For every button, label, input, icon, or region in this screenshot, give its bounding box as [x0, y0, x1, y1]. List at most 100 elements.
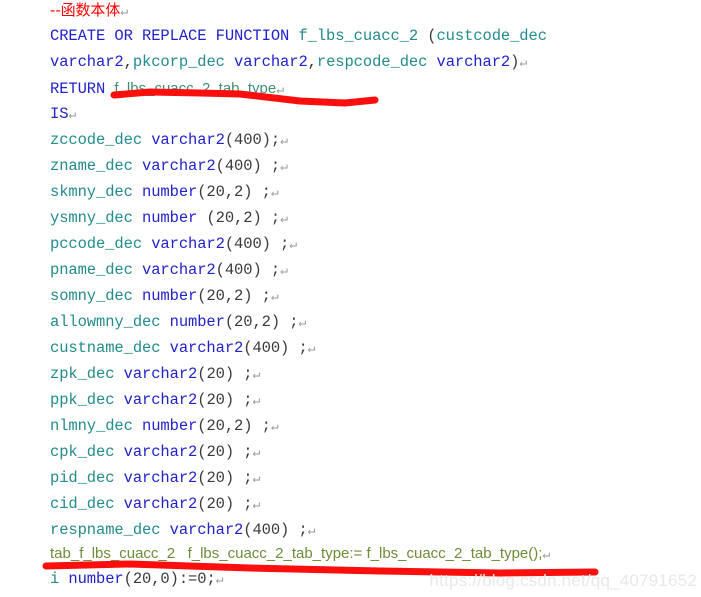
code-token: --函数本体: [50, 1, 121, 19]
code-line: pid_dec varchar2(20) ;↵: [50, 470, 260, 487]
code-token: ↵: [280, 211, 288, 226]
code-token: ↵: [252, 445, 261, 460]
code-token: number: [68, 570, 124, 588]
code-token: pid_dec: [50, 469, 124, 487]
code-token: ppk_dec: [50, 391, 124, 409]
code-token: allowmny_dec: [50, 313, 170, 331]
code-token: ,: [307, 53, 317, 71]
code-token: (400);: [224, 131, 281, 149]
code-token: custcode_dec: [436, 27, 547, 45]
code-token: cid_dec: [50, 495, 124, 513]
code-token: zpk_dec: [50, 365, 124, 383]
code-token: varchar2: [123, 469, 198, 487]
code-token: ↵: [215, 572, 224, 587]
code-token: varchar2: [142, 261, 216, 279]
code-token: number: [142, 183, 198, 201]
code-token: number: [142, 417, 198, 435]
code-token: number: [169, 313, 225, 331]
code-token: ↵: [280, 263, 288, 278]
code-token: pkcorp_dec: [132, 53, 235, 71]
code-token: (20,2) ;: [224, 313, 299, 331]
code-line: pccode_dec varchar2(400) ;↵: [50, 236, 297, 253]
code-token: nlmny_dec: [50, 417, 143, 435]
code-token: somny_dec: [50, 287, 143, 305]
code-token: ↵: [298, 315, 307, 330]
code-line: varchar2,pkcorp_dec varchar2,respcode_de…: [50, 54, 527, 71]
code-line: zpk_dec varchar2(20) ;↵: [50, 366, 260, 383]
code-token: varchar2: [123, 391, 198, 409]
code-token: ↵: [270, 185, 279, 200]
code-line: custname_dec varchar2(400) ;↵: [50, 339, 316, 357]
code-token: respcode_dec: [316, 53, 437, 71]
code-token: f_lbs_cuacc_2_tab_type: [114, 80, 277, 97]
code-token: RETURN: [50, 80, 115, 98]
code-line: RETURN f_lbs_cuacc_2_tab_type↵: [50, 80, 284, 98]
code-token: varchar2: [50, 53, 124, 71]
code-line: CREATE OR REPLACE FUNCTION f_lbs_cuacc_2…: [50, 28, 547, 45]
code-token: varchar2: [123, 365, 198, 383]
code-token: ↵: [280, 133, 288, 148]
code-token: ↵: [270, 419, 279, 434]
code-token: ↵: [289, 237, 297, 252]
code-token: ↵: [68, 107, 77, 122]
code-line: allowmny_dec number(20,2) ;↵: [50, 314, 306, 331]
code-token: pccode_dec: [50, 235, 152, 253]
code-line: zname_dec varchar2(400) ;↵: [50, 158, 288, 175]
code-line: cpk_dec varchar2(20) ;↵: [50, 444, 260, 461]
code-token: number: [142, 287, 198, 305]
code-token: CREATE OR REPLACE FUNCTION: [50, 27, 299, 45]
code-token: pname_dec: [50, 261, 143, 279]
code-token: custname_dec: [50, 339, 170, 357]
code-token: IS: [50, 105, 69, 123]
code-token: ↵: [519, 55, 528, 70]
code-token: ↵: [252, 471, 261, 486]
code-token: varchar2: [169, 339, 244, 357]
code-token: ↵: [252, 497, 261, 512]
code-line: IS↵: [50, 106, 76, 123]
code-token: number: [142, 209, 198, 227]
code-token: (20) ;: [197, 365, 253, 383]
code-line: respname_dec varchar2(400) ;↵: [50, 521, 316, 539]
code-line: nlmny_dec number(20,2) ;↵: [50, 418, 279, 435]
code-token: ↵: [280, 159, 288, 174]
code-token: ): [510, 53, 520, 71]
code-token: (400) ;: [224, 235, 290, 253]
code-line: ysmny_dec number (20,2) ;↵: [50, 210, 288, 227]
code-line: zccode_dec varchar2(400);↵: [50, 132, 288, 149]
code-token: (400) ;: [243, 521, 308, 539]
code-line: i number(20,0):=0;↵: [50, 571, 223, 588]
code-line: ppk_dec varchar2(20) ;↵: [50, 392, 260, 409]
code-token: varchar2: [436, 53, 511, 71]
code-line: cid_dec varchar2(20) ;↵: [50, 496, 260, 513]
code-token: varchar2: [151, 235, 225, 253]
code-token: (20,0):=0;: [123, 570, 216, 588]
csdn-watermark: https://blog.csdn.net/qq_40791652: [429, 571, 697, 590]
code-token: ↵: [276, 82, 284, 97]
code-token: (20,2) ;: [197, 209, 281, 227]
code-token: (20,2) ;: [197, 417, 271, 435]
code-token: varchar2: [234, 53, 308, 71]
code-token: respname_dec: [50, 521, 170, 539]
code-token: varchar2: [123, 495, 198, 513]
code-token: (20) ;: [197, 443, 253, 461]
code-token: varchar2: [169, 521, 244, 539]
code-token: (20,2) ;: [197, 287, 271, 305]
code-token: (400) ;: [243, 339, 308, 357]
code-token: varchar2: [142, 157, 216, 175]
code-token: ↵: [307, 523, 316, 538]
code-line: tab_f_lbs_cuacc_2 f_lbs_cuacc_2_tab_type…: [50, 545, 550, 563]
code-token: varchar2: [151, 131, 225, 149]
code-token: (20) ;: [197, 391, 253, 409]
code-token: ↵: [252, 367, 261, 382]
code-token: (20) ;: [197, 469, 253, 487]
code-line: somny_dec number(20,2) ;↵: [50, 288, 279, 305]
code-token: (20,2) ;: [197, 183, 271, 201]
code-line: skmny_dec number(20,2) ;↵: [50, 184, 279, 201]
code-line: pname_dec varchar2(400) ;↵: [50, 262, 288, 279]
code-token: cpk_dec: [50, 443, 124, 461]
code-token: ysmny_dec: [50, 209, 143, 227]
code-line: --函数本体↵: [50, 2, 128, 20]
code-token: (400) ;: [215, 261, 281, 279]
code-token: varchar2: [123, 443, 198, 461]
code-token: skmny_dec: [50, 183, 143, 201]
